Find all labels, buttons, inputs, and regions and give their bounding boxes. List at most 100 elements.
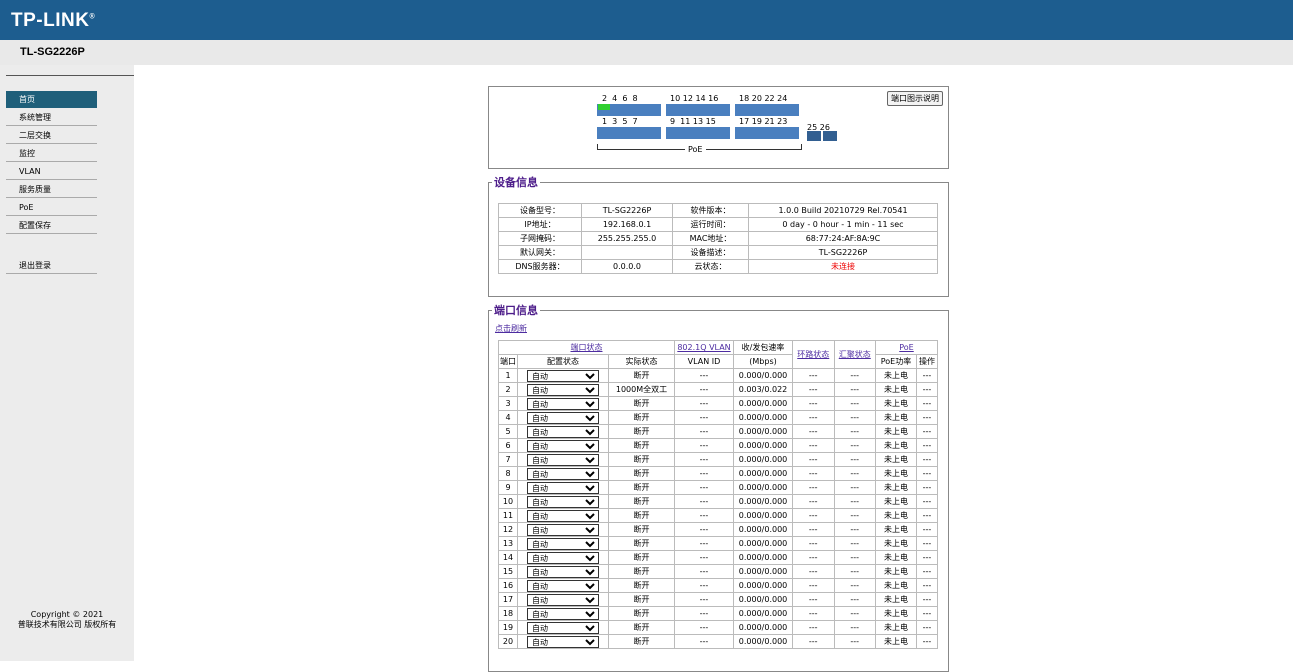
table-cell: 19 [498,620,518,635]
port-config-select[interactable]: 自动 [527,425,599,438]
port-config-select[interactable]: 自动 [527,523,599,536]
table-row: 16 自动 断开 --- 0.000/0.000 --- --- 未上电 --- [498,578,938,593]
table-row: 8 自动 断开 --- 0.000/0.000 --- --- 未上电 --- [498,466,938,481]
table-cell: --- [833,522,876,537]
port-config-select[interactable]: 自动 [527,537,599,550]
port-bank-9-16-odd[interactable] [666,127,730,139]
table-cell: 断开 [608,536,675,551]
port-numbers-top: 10 12 14 16 [670,94,719,103]
aggregation-status-link[interactable]: 汇聚状态 [839,350,871,359]
table-cell: --- [916,368,938,383]
table-cell: --- [916,382,938,397]
port-config-select[interactable]: 自动 [527,593,599,606]
table-cell: 断开 [608,620,675,635]
sidebar-item-home[interactable]: 首页 [6,91,97,108]
sidebar-item-save-config[interactable]: 配置保存 [6,217,97,234]
sidebar-item-monitor[interactable]: 监控 [6,145,97,162]
port-status-link[interactable]: 端口状态 [571,343,603,352]
sfp-port-25[interactable] [807,131,821,141]
port-config-select[interactable]: 自动 [527,369,599,382]
sidebar-item-poe[interactable]: PoE [6,199,97,216]
device-info-table: 设备型号： TL-SG2226P 软件版本： 1.0.0 Build 20210… [498,203,938,274]
table-cell: 断开 [608,634,675,649]
cloud-status: 未连接 [748,259,938,274]
table-cell: --- [833,550,876,565]
sidebar-item-qos[interactable]: 服务质量 [6,181,97,198]
port-config-select[interactable]: 自动 [527,439,599,452]
port-config-select[interactable]: 自动 [527,621,599,634]
table-cell: --- [833,592,876,607]
port-bank-17-24[interactable] [735,104,799,116]
sidebar-item-logout[interactable]: 退出登录 [6,257,97,274]
port-bank-17-24-odd[interactable] [735,127,799,139]
port-config-select[interactable]: 自动 [527,509,599,522]
table-cell: --- [674,578,734,593]
table-row: 14 自动 断开 --- 0.000/0.000 --- --- 未上电 --- [498,550,938,565]
port-config-select[interactable]: 自动 [527,453,599,466]
table-cell: 0.000/0.000 [733,522,793,537]
sidebar-item-l2-switching[interactable]: 二层交换 [6,127,97,144]
table-row: DNS服务器： 0.0.0.0 云状态： 未连接 [498,259,938,274]
table-cell: 未上电 [875,522,917,537]
port-config-select[interactable]: 自动 [527,607,599,620]
poe-link[interactable]: PoE [899,343,914,352]
table-cell: --- [833,368,876,383]
table-cell: --- [674,382,734,397]
port-config-select[interactable]: 自动 [527,481,599,494]
table-cell: 断开 [608,438,675,453]
port-2-link-led [598,104,610,110]
port-legend-button[interactable]: 端口图示说明 [887,91,943,106]
table-row: 18 自动 断开 --- 0.000/0.000 --- --- 未上电 --- [498,606,938,621]
table-cell: 2 [498,382,518,397]
table-cell: 8 [498,466,518,481]
table-cell: --- [833,452,876,467]
table-cell: --- [833,634,876,649]
port-config-select[interactable]: 自动 [527,411,599,424]
port-config-select[interactable]: 自动 [527,635,599,648]
table-cell: 6 [498,438,518,453]
device-model: TL-SG2226P [20,46,85,58]
table-cell: --- [833,424,876,439]
port-config-select[interactable]: 自动 [527,579,599,592]
table-cell: 17 [498,592,518,607]
table-cell: --- [792,494,835,509]
table-cell: --- [674,550,734,565]
port-config-select[interactable]: 自动 [527,397,599,410]
table-cell: 断开 [608,424,675,439]
table-cell: 15 [498,564,518,579]
port-config-select[interactable]: 自动 [527,383,599,396]
sidebar-item-system[interactable]: 系统管理 [6,109,97,126]
port-config-select[interactable]: 自动 [527,467,599,480]
poe-label: PoE [685,145,706,154]
port-bank-9-16[interactable] [666,104,730,116]
table-row: 7 自动 断开 --- 0.000/0.000 --- --- 未上电 --- [498,452,938,467]
main-content: 端口图示说明 2 4 6 8 10 12 14 16 18 20 22 24 1… [134,65,1293,672]
table-cell: 断开 [608,494,675,509]
table-cell: 5 [498,424,518,439]
refresh-link[interactable]: 点击刷新 [495,323,527,334]
table-cell: 未上电 [875,410,917,425]
table-cell: 16 [498,578,518,593]
table-cell: 0.000/0.000 [733,368,793,383]
sidebar-item-vlan[interactable]: VLAN [6,163,97,180]
loop-status-link[interactable]: 环路状态 [797,350,829,359]
table-cell: 0.000/0.000 [733,536,793,551]
vlan-link[interactable]: 802.1Q VLAN [677,343,730,352]
sfp-port-26[interactable] [823,131,837,141]
table-row: 6 自动 断开 --- 0.000/0.000 --- --- 未上电 --- [498,438,938,453]
port-config-select[interactable]: 自动 [527,495,599,508]
port-config-select[interactable]: 自动 [527,551,599,564]
table-cell: 断开 [608,606,675,621]
table-cell: --- [916,634,938,649]
table-cell: 断开 [608,592,675,607]
table-cell: 未上电 [875,508,917,523]
table-row: 13 自动 断开 --- 0.000/0.000 --- --- 未上电 --- [498,536,938,551]
table-cell: --- [833,396,876,411]
port-config-select[interactable]: 自动 [527,565,599,578]
table-cell: 未上电 [875,494,917,509]
table-cell: 未上电 [875,438,917,453]
table-cell: --- [792,438,835,453]
tp-link-logo: TP-LINK® [11,10,96,31]
port-bank-1-8-odd[interactable] [597,127,661,139]
table-cell: --- [674,508,734,523]
